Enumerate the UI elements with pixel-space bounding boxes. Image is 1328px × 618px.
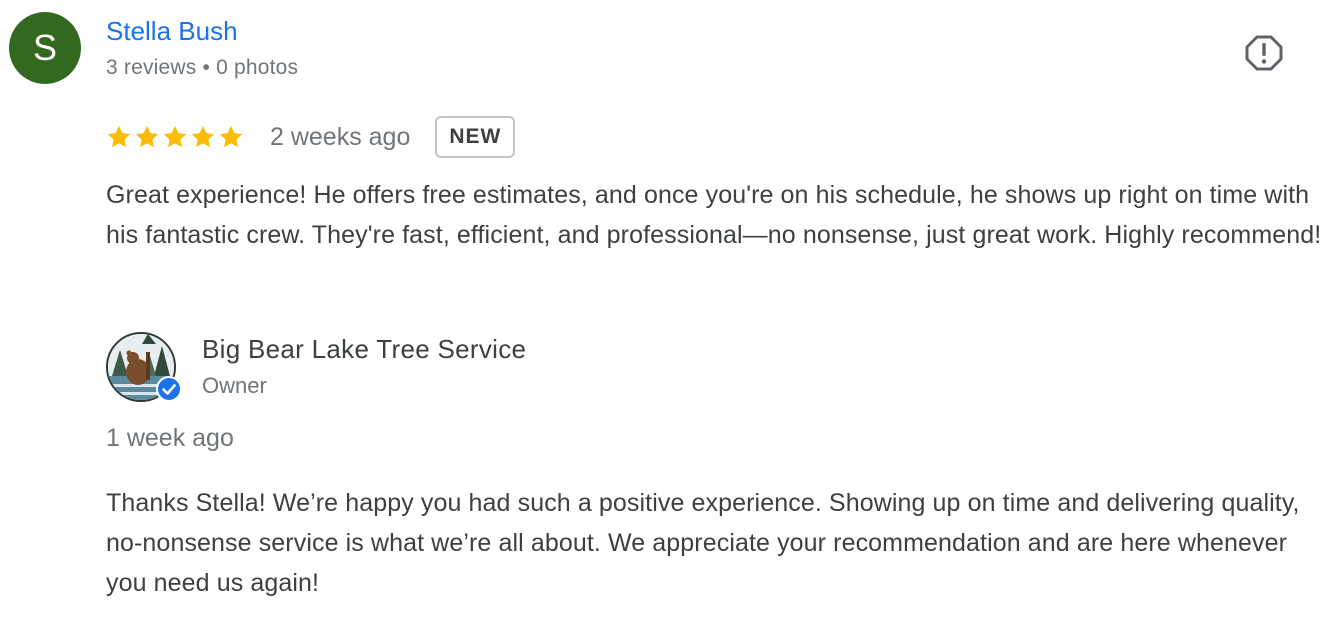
- owner-logo[interactable]: [106, 332, 182, 404]
- star-icon: [163, 125, 187, 148]
- rating-row: 2 weeks ago NEW: [106, 114, 516, 160]
- report-flag-icon[interactable]: [1244, 33, 1284, 73]
- review-date: 2 weeks ago: [270, 122, 411, 151]
- owner-role: Owner: [202, 373, 267, 398]
- new-badge: NEW: [435, 116, 516, 158]
- review-text: Great experience! He offers free estimat…: [106, 181, 1322, 249]
- reply-text: Thanks Stella! We’re happy you had such …: [106, 489, 1300, 597]
- meta-separator: •: [202, 56, 211, 79]
- reviewer-meta: 3 reviews • 0 photos: [106, 56, 298, 80]
- reviewer-name-link[interactable]: Stella Bush: [106, 16, 238, 47]
- reply-date: 1 week ago: [106, 424, 234, 452]
- verified-badge-icon: [156, 376, 182, 402]
- star-icon: [135, 125, 159, 148]
- star-icon: [219, 125, 243, 148]
- photos-count: 0 photos: [216, 56, 299, 79]
- star-rating: [106, 124, 244, 150]
- star-icon: [107, 125, 131, 148]
- avatar-initial: S: [32, 27, 57, 68]
- owner-name: Big Bear Lake Tree Service: [202, 334, 527, 364]
- star-icon: [191, 125, 215, 148]
- review-card: S Stella Bush 3 reviews • 0 photos 2 weeks…: [0, 0, 1328, 618]
- reviewer-avatar[interactable]: S: [9, 12, 81, 84]
- reviews-count: 3 reviews: [106, 56, 197, 79]
